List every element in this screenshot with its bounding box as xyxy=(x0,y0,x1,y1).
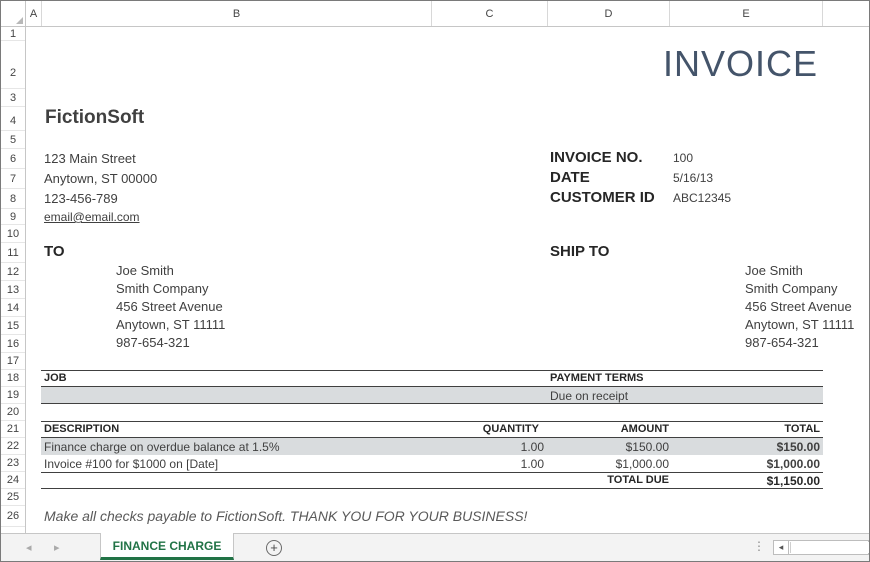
company-name: FictionSoft xyxy=(45,107,145,128)
amount-header: AMOUNT xyxy=(620,423,669,435)
row-header-10[interactable]: 10 xyxy=(1,225,25,243)
column-header-e[interactable]: E xyxy=(670,1,823,26)
bill-to-city: Anytown, ST 11111 xyxy=(116,317,226,332)
item-amount[interactable]: $150.00 xyxy=(626,440,669,454)
item-description[interactable]: Invoice #100 for $1000 on [Date] xyxy=(44,457,218,471)
table-items-rule xyxy=(41,472,823,473)
company-street: 123 Main Street xyxy=(44,151,136,166)
row-header-9[interactable]: 9 xyxy=(1,209,25,225)
invoice-number-label: INVOICE NO. xyxy=(550,149,643,166)
ship-to-company: Smith Company xyxy=(745,281,838,296)
row-header-13[interactable]: 13 xyxy=(1,281,25,299)
company-phone: 123-456-789 xyxy=(44,191,118,206)
sheet-tab-finance-charge[interactable]: FINANCE CHARGE xyxy=(100,533,234,560)
item-quantity[interactable]: 1.00 xyxy=(521,440,544,454)
job-mid-rule xyxy=(41,386,823,387)
ship-to-street: 456 Street Avenue xyxy=(745,299,852,314)
next-sheet-icon[interactable]: ▸ xyxy=(54,541,60,554)
item-total[interactable]: $1,000.00 xyxy=(767,457,820,471)
table-bottom-rule xyxy=(41,488,823,489)
row-header-12[interactable]: 12 xyxy=(1,263,25,281)
ship-to-name: Joe Smith xyxy=(745,263,803,278)
item-description[interactable]: Finance charge on overdue balance at 1.5… xyxy=(44,440,280,454)
job-bottom-rule xyxy=(41,403,823,404)
bill-to-label: TO xyxy=(44,243,65,260)
tab-split-handle-icon[interactable]: ⋮ xyxy=(753,539,765,553)
row-header-25[interactable]: 25 xyxy=(1,489,25,506)
horizontal-scrollbar[interactable]: ◂ xyxy=(773,540,869,555)
row-header-21[interactable]: 21 xyxy=(1,421,25,438)
item-quantity[interactable]: 1.00 xyxy=(521,457,544,471)
scroll-left-icon[interactable]: ◂ xyxy=(774,541,789,554)
company-city: Anytown, ST 00000 xyxy=(44,171,158,186)
total-due-label: TOTAL DUE xyxy=(607,474,669,486)
customer-id-label: CUSTOMER ID xyxy=(550,189,655,206)
row-header-16[interactable]: 16 xyxy=(1,335,25,353)
row-header-23[interactable]: 23 xyxy=(1,455,25,472)
row-header-18[interactable]: 18 xyxy=(1,370,25,387)
scrollbar-thumb[interactable] xyxy=(790,542,869,553)
payment-terms-value[interactable]: Due on receipt xyxy=(550,389,628,403)
bill-to-name: Joe Smith xyxy=(116,263,174,278)
customer-id-value: ABC12345 xyxy=(673,191,732,205)
date-value: 5/16/13 xyxy=(673,171,714,185)
bill-to-company: Smith Company xyxy=(116,281,209,296)
row-header-24[interactable]: 24 xyxy=(1,472,25,489)
job-row-shade xyxy=(41,387,823,403)
footer-note: Make all checks payable to FictionSoft. … xyxy=(44,508,528,524)
row-header-8[interactable]: 8 xyxy=(1,189,25,209)
item-total[interactable]: $150.00 xyxy=(777,440,820,454)
row-header-26[interactable]: 26 xyxy=(1,506,25,527)
description-header: DESCRIPTION xyxy=(44,423,120,435)
company-email-link[interactable]: email@email.com xyxy=(44,210,140,224)
column-header-c[interactable]: C xyxy=(432,1,548,26)
ship-to-phone: 987-654-321 xyxy=(745,335,819,350)
sheet-tab-bar: ◂ ▸ FINANCE CHARGE + ⋮ ◂ xyxy=(1,533,869,561)
excel-window: A B C D E 1 2 3 4 5 6 7 8 9 10 11 12 13 … xyxy=(0,0,870,562)
worksheet-grid[interactable]: INVOICE FictionSoft 123 Main Street Anyt… xyxy=(26,27,869,533)
job-label: JOB xyxy=(44,372,67,384)
total-due-value[interactable]: $1,150.00 xyxy=(767,474,820,488)
row-header-bar: 1 2 3 4 5 6 7 8 9 10 11 12 13 14 15 16 1… xyxy=(1,27,26,533)
row-header-2[interactable]: 2 xyxy=(1,41,25,89)
quantity-header: QUANTITY xyxy=(482,423,539,435)
payment-terms-label: PAYMENT TERMS xyxy=(550,372,644,384)
row-header-6[interactable]: 6 xyxy=(1,149,25,169)
row-header-7[interactable]: 7 xyxy=(1,169,25,189)
item-amount[interactable]: $1,000.00 xyxy=(616,457,669,471)
row-header-19[interactable]: 19 xyxy=(1,387,25,404)
column-header-b[interactable]: B xyxy=(42,1,432,26)
row-header-17[interactable]: 17 xyxy=(1,353,25,370)
bill-to-phone: 987-654-321 xyxy=(116,335,190,350)
row-header-22[interactable]: 22 xyxy=(1,438,25,455)
column-header-d[interactable]: D xyxy=(548,1,670,26)
ship-to-label: SHIP TO xyxy=(550,243,610,260)
row-header-20[interactable]: 20 xyxy=(1,404,25,421)
row-header-1[interactable]: 1 xyxy=(1,27,25,41)
prev-sheet-icon[interactable]: ◂ xyxy=(26,541,32,554)
row-header-5[interactable]: 5 xyxy=(1,131,25,149)
invoice-number-value: 100 xyxy=(673,151,694,165)
total-header: TOTAL xyxy=(784,423,820,435)
row-header-4[interactable]: 4 xyxy=(1,107,25,131)
table-top-rule xyxy=(41,421,823,422)
row-header-11[interactable]: 11 xyxy=(1,243,25,263)
invoice-title: INVOICE xyxy=(663,43,819,84)
bill-to-street: 456 Street Avenue xyxy=(116,299,223,314)
ship-to-city: Anytown, ST 11111 xyxy=(745,317,855,332)
row-header-3[interactable]: 3 xyxy=(1,89,25,107)
select-all-corner[interactable] xyxy=(1,1,26,26)
date-label: DATE xyxy=(550,169,590,186)
column-header-bar: A B C D E xyxy=(1,1,869,27)
row-header-14[interactable]: 14 xyxy=(1,299,25,317)
add-sheet-icon[interactable]: + xyxy=(266,540,282,556)
column-header-a[interactable]: A xyxy=(26,1,42,26)
job-top-rule xyxy=(41,370,823,371)
row-header-15[interactable]: 15 xyxy=(1,317,25,335)
